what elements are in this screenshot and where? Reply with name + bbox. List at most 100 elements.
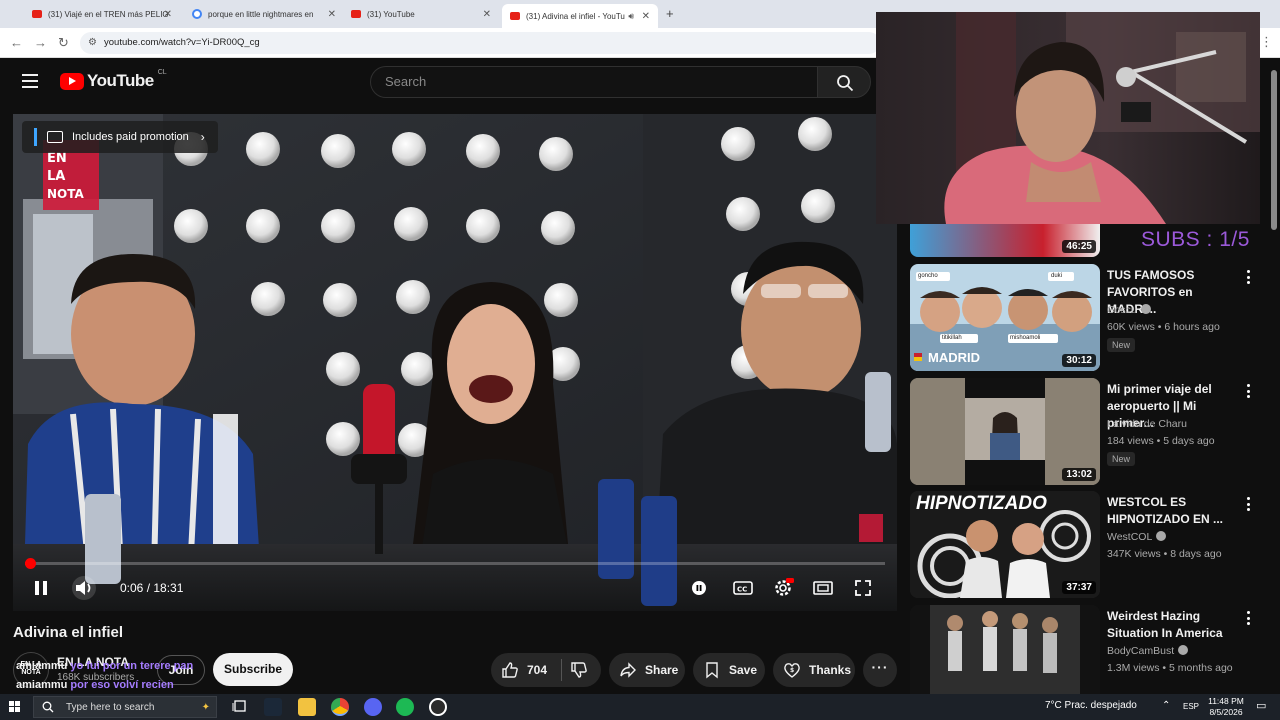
chrome-icon[interactable] (331, 698, 349, 716)
close-icon[interactable]: ✕ (328, 9, 336, 20)
settings-button[interactable] (772, 577, 794, 599)
file-explorer-icon[interactable] (298, 698, 316, 716)
video-player[interactable]: EN LA NOTA (13, 114, 897, 611)
save-button[interactable]: Save (693, 653, 765, 687)
chevron-up-icon[interactable]: ⌃ (1162, 700, 1170, 711)
close-icon[interactable]: ✕ (483, 9, 491, 20)
more-vertical-icon[interactable] (1247, 497, 1251, 514)
search-button[interactable] (817, 66, 871, 98)
thumbnail-tag: goncho (918, 273, 938, 279)
paid-promotion-label[interactable]: Includes paid promotion › (22, 121, 218, 153)
time-display: 0:06 / 18:31 (120, 581, 184, 595)
forward-icon[interactable]: → (34, 35, 47, 50)
notifications-icon[interactable]: ▭ (1256, 699, 1266, 712)
search-icon (837, 75, 854, 92)
more-vertical-icon[interactable] (1247, 384, 1251, 401)
hamburger-menu-icon[interactable] (22, 74, 38, 88)
taskbar-clock[interactable]: 11:48 PM 8/5/2026 (1202, 696, 1250, 718)
scrollbar-thumb[interactable] (1271, 70, 1277, 230)
recommendation-item[interactable]: Weirdest Hazing Situation In America Bod… (910, 605, 1270, 694)
fullscreen-button[interactable] (852, 577, 874, 599)
taskbar-search-input[interactable]: Type here to search ✦ (33, 696, 217, 718)
youtube-logo[interactable]: YouTube CL (60, 69, 167, 91)
search-highlight-icon: ✦ (201, 701, 210, 713)
like-count[interactable]: 704 (527, 663, 547, 677)
video-frame-image: EN LA NOTA (13, 114, 897, 611)
video-meta: 347K views • 8 days ago (1107, 548, 1222, 560)
volume-icon (76, 581, 91, 595)
browser-menu-icon[interactable]: ⋮ (1260, 34, 1273, 50)
video-thumbnail[interactable]: HIPNOTIZADO 37:37 (910, 491, 1100, 598)
volume-button[interactable] (72, 576, 96, 600)
url-text: youtube.com/watch?v=Yi-DR00Q_cg (104, 37, 260, 48)
verified-icon (1178, 645, 1189, 655)
video-meta: 60K views • 6 hours ago (1107, 321, 1220, 333)
close-icon[interactable]: ✕ (164, 9, 172, 20)
youtube-play-icon (60, 72, 84, 90)
browser-tab-1[interactable]: (31) Viajé en el TREN más PELIG ✕ (24, 4, 180, 24)
video-title: Adivina el infiel (13, 624, 124, 641)
steam-icon[interactable] (264, 698, 282, 716)
recommendation-item[interactable]: 13:02 Mi primer viaje del aeropuerto || … (910, 378, 1270, 486)
clock-time: 11:48 PM (1208, 696, 1244, 706)
video-title[interactable]: Weirdest Hazing Situation In America (1107, 608, 1239, 642)
recommendation-item[interactable]: HIPNOTIZADO 37:37 WESTCOL ES HIPNOTIZADO… (910, 491, 1270, 599)
channel-name[interactable]: Coscu (1107, 304, 1151, 316)
thanks-button[interactable]: $ Thanks (773, 653, 855, 687)
video-thumbnail[interactable]: 13:02 (910, 378, 1100, 485)
channel-name[interactable]: La vida de Charu (1107, 418, 1187, 430)
share-button[interactable]: Share (609, 653, 685, 687)
verified-icon (1156, 531, 1167, 541)
pause-button[interactable] (30, 577, 52, 599)
video-thumbnail[interactable] (910, 605, 1100, 694)
progress-bar[interactable] (25, 562, 885, 565)
scrubber-handle[interactable] (25, 558, 36, 569)
windows-start-icon[interactable] (9, 701, 21, 713)
language-indicator[interactable]: ESP (1183, 702, 1199, 711)
super-thanks-icon: $ (784, 663, 800, 678)
thumbnail-tag: duki (1051, 273, 1063, 279)
google-icon (192, 9, 202, 19)
more-vertical-icon[interactable] (1247, 270, 1251, 287)
video-title[interactable]: WESTCOL ES HIPNOTIZADO EN ... (1107, 494, 1239, 528)
thumbs-up-icon[interactable] (501, 661, 519, 679)
speaker-icon[interactable]: 🔊︎ (628, 11, 634, 22)
thumbs-down-icon[interactable] (570, 661, 588, 679)
browser-tab-4[interactable]: (31) Adivina el infiel - YouTu 🔊︎ ✕ (502, 4, 658, 28)
video-meta: 184 views • 5 days ago (1107, 435, 1215, 447)
theater-mode-button[interactable] (812, 577, 834, 599)
subs-goal-overlay: SUBS : 1/5 (1141, 228, 1250, 251)
channel-name[interactable]: WestCOL (1107, 531, 1167, 543)
more-vertical-icon[interactable] (1247, 611, 1251, 628)
task-view-icon[interactable] (232, 698, 250, 716)
site-info-icon[interactable]: ⚙︎ (88, 32, 97, 54)
recommendation-item[interactable]: MADRID goncho duki titikillah mishoamoli… (910, 264, 1270, 372)
channel-name[interactable]: BodyCamBust (1107, 645, 1189, 657)
browser-tab-3[interactable]: (31) YouTube ✕ (343, 4, 499, 24)
autoplay-toggle[interactable] (688, 577, 710, 599)
youtube-icon (32, 10, 42, 18)
new-tab-button[interactable]: + (666, 6, 674, 21)
url-field[interactable]: ⚙︎ youtube.com/watch?v=Yi-DR00Q_cg (80, 32, 880, 54)
video-thumbnail[interactable]: MADRID goncho duki titikillah mishoamoli… (910, 264, 1100, 371)
thumbnail-tag: mishoamoli (1010, 335, 1041, 341)
search-input[interactable]: Search (370, 66, 818, 98)
browser-tab-2[interactable]: porque en little nightmares en ✕ (184, 4, 344, 24)
weather-widget[interactable]: 7°C Prac. despejado (1045, 700, 1137, 711)
reload-icon[interactable]: ↻ (58, 35, 69, 51)
svg-text:LA: LA (47, 169, 65, 184)
bookmark-icon (706, 662, 718, 679)
obs-icon[interactable] (429, 698, 447, 716)
save-label: Save (729, 663, 758, 677)
clock-date: 8/5/2026 (1209, 707, 1243, 717)
discord-icon[interactable] (364, 698, 382, 716)
close-icon[interactable]: ✕ (642, 11, 650, 22)
subscribe-button[interactable]: Subscribe (213, 653, 293, 686)
more-actions-button[interactable]: ··· (863, 653, 897, 687)
captions-button[interactable]: CC (732, 577, 754, 599)
chat-user: amiammu (16, 660, 68, 672)
autoplay-icon (692, 581, 706, 595)
spotify-icon[interactable] (396, 698, 414, 716)
page-scrollbar[interactable] (1268, 58, 1280, 694)
back-icon[interactable]: ← (10, 35, 23, 50)
